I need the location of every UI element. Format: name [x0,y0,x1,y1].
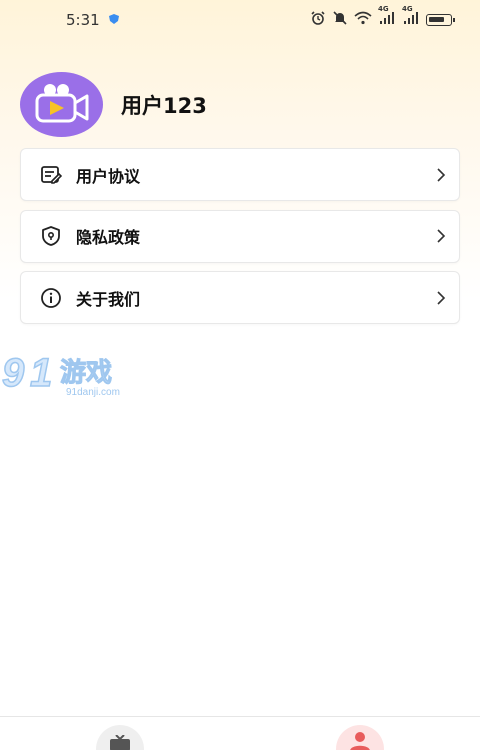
cell-signal-1-label: 4G [378,5,389,13]
chevron-right-icon [435,167,447,183]
tab-profile[interactable] [336,725,384,750]
profile-header[interactable]: 用户123 [20,72,207,137]
menu-item-label: 隐私政策 [76,228,141,247]
menu-item-user-agreement[interactable]: 用户协议 [20,148,460,201]
svg-text:9: 9 [2,351,25,395]
status-time: 5:31 [66,11,100,29]
avatar[interactable] [20,72,103,137]
battery-icon [426,14,455,26]
privacy-shield-icon [39,224,63,248]
mute-icon [332,10,348,30]
status-left: 5:31 [66,11,120,29]
alarm-icon [310,10,326,30]
menu-item-label: 用户协议 [76,166,141,186]
cell-signal-2-icon: 4G [402,5,420,29]
menu-item-about-us[interactable]: 关于我们 [20,271,460,324]
chevron-right-icon [435,290,447,306]
username: 用户123 [121,93,207,118]
settings-menu: 用户协议 隐私政策 关于我们 [20,148,460,333]
site-watermark-logo: 9 1 游戏 91danji.com [0,348,140,406]
svg-text:游戏: 游戏 [60,358,112,388]
video-camera-icon [30,81,94,129]
cell-signal-2-label: 4G [402,5,413,13]
app-notification-icon [108,11,120,29]
menu-item-label: 关于我们 [76,289,141,309]
status-right: 4G 4G [310,5,455,30]
tab-video[interactable] [96,725,144,750]
profile-tab-icon [348,731,372,750]
status-bar: 5:31 4G 4G [0,0,480,40]
video-tab-icon [108,734,132,750]
menu-item-privacy-policy[interactable]: 隐私政策 [20,209,460,263]
info-icon [39,286,63,310]
bottom-navigation [0,716,480,750]
cell-signal-1-icon: 4G [378,5,396,29]
svg-text:91danji.com: 91danji.com [66,387,120,398]
chevron-right-icon [435,228,447,244]
wifi-icon [354,11,372,29]
svg-text:1: 1 [30,351,52,395]
agreement-icon [39,163,63,187]
